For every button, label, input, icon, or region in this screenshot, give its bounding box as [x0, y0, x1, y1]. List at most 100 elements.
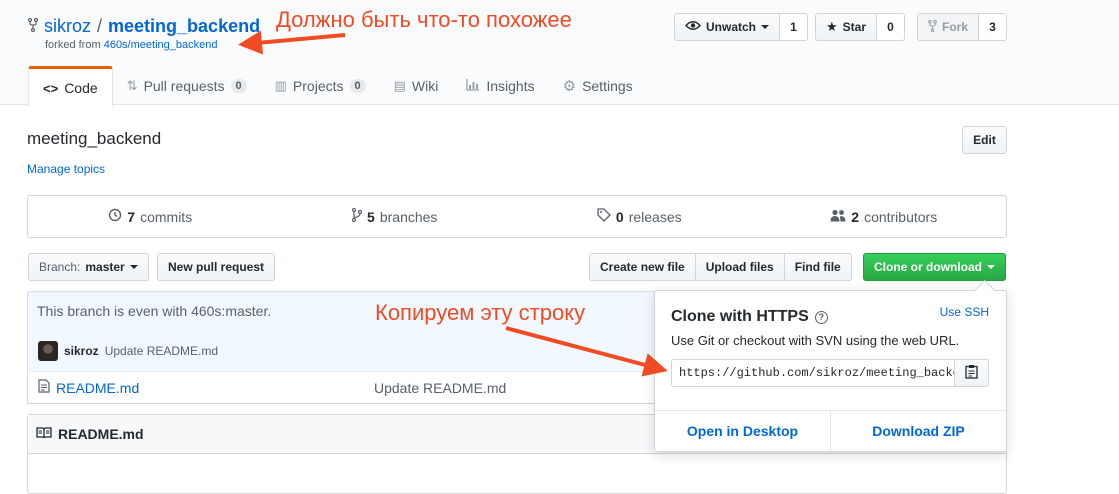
watch-count[interactable]: 1 [780, 13, 809, 41]
branches-label: branches [379, 208, 438, 225]
contributors-count: 2 [851, 208, 860, 225]
help-icon[interactable]: ? [814, 310, 828, 324]
manage-topics-link[interactable]: Manage topics [27, 162, 105, 176]
commit-message-link[interactable]: Update README.md [105, 344, 218, 358]
history-icon [108, 208, 122, 225]
counter-badge: 0 [230, 79, 247, 93]
book-icon: ▤ [393, 78, 406, 93]
branch-icon [351, 207, 363, 225]
tab-label: Projects [292, 78, 344, 94]
branches-count: 5 [367, 208, 375, 225]
tab-label: Code [64, 80, 98, 96]
open-desktop-button[interactable]: Open in Desktop [655, 411, 830, 451]
chevron-down-icon [761, 25, 770, 29]
tab-insights[interactable]: Insights [452, 66, 548, 106]
repo-title: sikroz / meeting_backend [27, 16, 260, 37]
file-name-link[interactable]: README.md [56, 380, 374, 396]
tab-code[interactable]: <> Code [28, 66, 113, 107]
readme-title: README.md [58, 426, 144, 442]
star-group: ★ Star 0 [815, 13, 905, 41]
clone-title-text: Clone with HTTPS [671, 308, 809, 325]
star-icon: ★ [826, 19, 838, 34]
graph-icon [466, 78, 480, 94]
tab-wiki[interactable]: ▤ Wiki [380, 66, 453, 106]
branch-status-text: This branch is even with 460s:master. [37, 303, 272, 319]
people-icon [830, 209, 846, 225]
copy-url-button[interactable] [954, 359, 989, 387]
star-count[interactable]: 0 [877, 13, 905, 41]
tab-label: Wiki [411, 78, 439, 94]
fork-note: forked from 460s/meeting_backend [45, 39, 217, 51]
star-button[interactable]: ★ Star [815, 13, 877, 41]
clone-download-button[interactable]: Clone or download [863, 253, 1006, 281]
counter-badge: 0 [349, 79, 366, 93]
tab-label: Insights [486, 78, 535, 94]
fork-prefix: forked from [45, 39, 101, 51]
fork-group: Fork 3 [917, 13, 1008, 41]
repo-owner-link[interactable]: sikroz [44, 16, 91, 37]
tab-label: Settings [582, 78, 633, 94]
chevron-down-icon [129, 265, 138, 269]
edit-button[interactable]: Edit [962, 126, 1007, 154]
clone-popover: Clone with HTTPS ? Use SSH Use Git or ch… [654, 290, 1007, 452]
tab-settings[interactable]: ⚙ Settings [549, 66, 647, 106]
repo-name-link[interactable]: meeting_backend [108, 16, 260, 37]
eye-icon [685, 20, 701, 34]
branch-name: master [85, 260, 125, 274]
clone-url-input[interactable]: https://github.com/sikroz/meeting_backen… [671, 359, 955, 387]
contributors-link[interactable]: 2 contributors [762, 209, 1007, 225]
unwatch-label: Unwatch [706, 20, 757, 34]
branch-select-button[interactable]: Branch: master [28, 253, 149, 281]
find-file-button[interactable]: Find file [784, 253, 852, 281]
project-icon: ▥ [274, 78, 287, 93]
gear-icon: ⚙ [562, 78, 577, 95]
fork-source-link[interactable]: 460s/meeting_backend [104, 39, 218, 51]
numbers-summary: 7 commits 5 branches 0 releases 2 contri… [27, 195, 1007, 238]
fork-icon [928, 19, 937, 35]
upload-files-button[interactable]: Upload files [695, 253, 785, 281]
annotation-top: Должно быть что-то похожее [276, 7, 572, 32]
star-label: Star [842, 20, 866, 34]
download-zip-button[interactable]: Download ZIP [830, 411, 1006, 451]
tab-pull-requests[interactable]: ⇅ Pull requests 0 [113, 66, 261, 106]
chevron-down-icon [987, 265, 995, 269]
commit-author-link[interactable]: sikroz [64, 344, 99, 358]
commits-count: 7 [127, 208, 136, 225]
fork-label: Fork [942, 20, 969, 34]
clipboard-icon [965, 364, 978, 382]
new-pull-request-button[interactable]: New pull request [157, 253, 276, 281]
clone-title: Clone with HTTPS ? [671, 308, 828, 326]
releases-count: 0 [615, 208, 624, 225]
fork-count[interactable]: 3 [979, 13, 1008, 41]
repo-description: meeting_backend [27, 129, 162, 148]
file-commit-message-link[interactable]: Update README.md [374, 380, 506, 396]
clone-description: Use Git or checkout with SVN using the w… [671, 333, 960, 348]
tab-label: Pull requests [143, 78, 225, 94]
use-ssh-link[interactable]: Use SSH [940, 305, 989, 319]
pull-request-icon: ⇅ [126, 78, 138, 93]
tag-icon [597, 208, 611, 225]
tab-projects[interactable]: ▥ Projects 0 [261, 66, 380, 106]
repo-separator: / [97, 16, 103, 36]
unwatch-button[interactable]: Unwatch [674, 13, 781, 41]
file-actions: Create new file Upload files Find file [589, 253, 852, 281]
releases-link[interactable]: 0 releases [517, 208, 762, 225]
watch-group: Unwatch 1 [674, 13, 809, 41]
clone-download-label: Clone or download [874, 260, 982, 274]
clone-actions: Open in Desktop Download ZIP [655, 410, 1006, 451]
annotation-middle: Копируем эту строку [375, 300, 586, 325]
contributors-label: contributors [864, 208, 938, 225]
commits-link[interactable]: 7 commits [28, 208, 273, 225]
fork-icon [27, 17, 39, 35]
releases-label: releases [628, 208, 682, 225]
repo-nav: <> Code ⇅ Pull requests 0 ▥ Projects 0 ▤… [28, 66, 647, 107]
file-icon [38, 379, 50, 396]
code-icon: <> [43, 80, 59, 96]
avatar[interactable] [38, 340, 58, 361]
branch-prefix: Branch: [39, 260, 81, 274]
create-file-button[interactable]: Create new file [589, 253, 696, 281]
branches-link[interactable]: 5 branches [273, 207, 518, 225]
fork-button[interactable]: Fork [917, 13, 980, 41]
commits-label: commits [140, 208, 193, 225]
book-icon [36, 426, 52, 442]
